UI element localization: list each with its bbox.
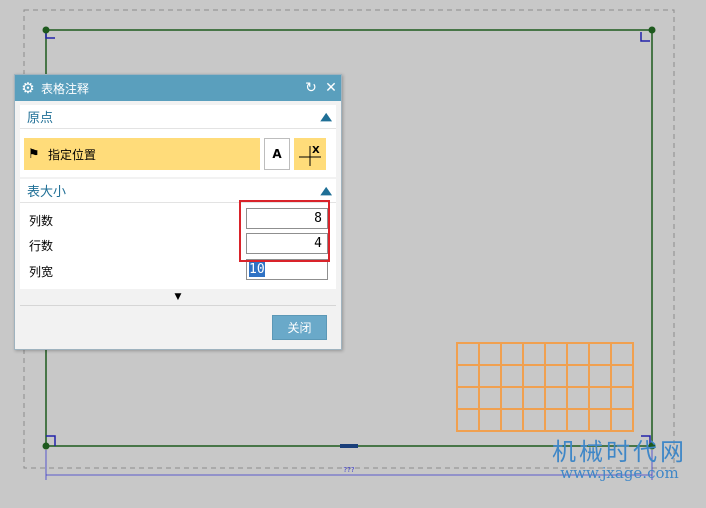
origin-heading: 原点 [27, 111, 54, 126]
specify-location-button[interactable]: ⚑ 指定位置 [24, 138, 260, 170]
collapse-icon[interactable]: ▲ [320, 184, 332, 197]
point-icon: X [299, 145, 321, 166]
close-button[interactable]: 关闭 [272, 315, 327, 340]
gear-icon[interactable]: ⚙ [15, 79, 41, 97]
rows-input[interactable]: 4 [246, 233, 328, 254]
svg-text:X: X [312, 145, 320, 156]
reset-icon[interactable]: ↻ [301, 80, 321, 96]
dialog-titlebar[interactable]: ⚙ 表格注释 ↻ ✕ [15, 75, 341, 101]
close-icon[interactable]: ✕ [321, 80, 341, 96]
point-dialog-button[interactable]: X [294, 138, 326, 170]
dialog-title: 表格注释 [41, 81, 90, 96]
table-note-dialog: ⚙ 表格注释 ↻ ✕ 原点 ▲ ⚑ 指定位置 A X 表大小 ▲ 列数 8 行数… [14, 74, 342, 350]
watermark: 机械时代网 www.jxage.com [552, 432, 687, 482]
midpoint-handle[interactable] [340, 444, 358, 448]
size-heading: 表大小 [27, 185, 67, 200]
column-width-input[interactable]: 10 [246, 259, 328, 280]
table-preview [456, 342, 634, 432]
dimension-text: ??? [343, 466, 354, 474]
column-width-value: 10 [249, 262, 265, 277]
collapse-icon[interactable]: ▲ [320, 110, 332, 123]
watermark-title: 机械时代网 [552, 438, 687, 466]
text-settings-icon: A [272, 147, 282, 161]
flag-icon: ⚑ [28, 146, 40, 162]
origin-section-header[interactable]: 原点 ▲ [20, 105, 336, 129]
size-section: 表大小 ▲ 列数 8 行数 4 列宽 10 [20, 179, 336, 289]
more-options-toggle[interactable]: ▼ [20, 289, 336, 306]
specify-location-label: 指定位置 [48, 147, 97, 162]
columns-label: 列数 [29, 214, 54, 228]
size-section-header[interactable]: 表大小 ▲ [20, 179, 336, 203]
column-width-label: 列宽 [29, 265, 54, 279]
columns-input[interactable]: 8 [246, 208, 328, 229]
rows-label: 行数 [29, 239, 54, 253]
text-settings-button[interactable]: A [264, 138, 290, 170]
watermark-url: www.jxage.com [560, 464, 679, 482]
origin-section: 原点 ▲ ⚑ 指定位置 A X [20, 105, 336, 177]
